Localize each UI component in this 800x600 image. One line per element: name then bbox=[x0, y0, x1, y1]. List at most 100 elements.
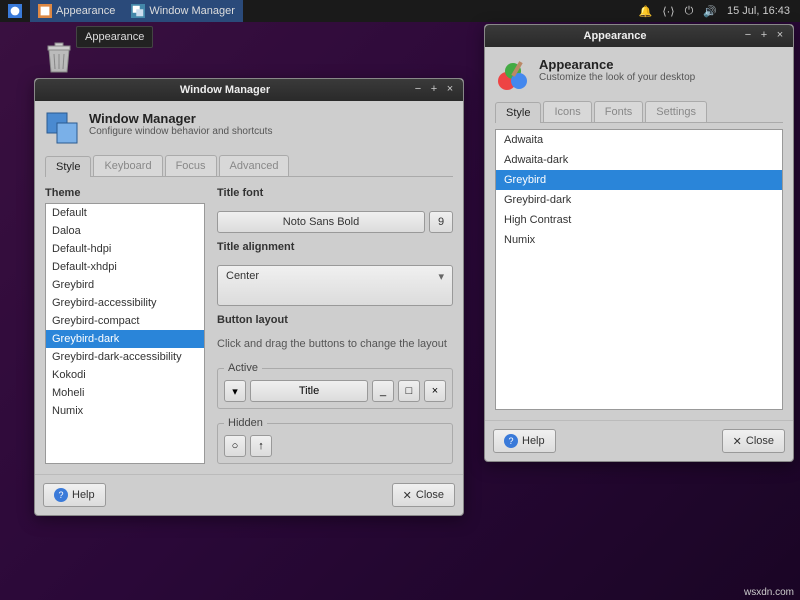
ap-tabs: Style Icons Fonts Settings bbox=[495, 101, 783, 123]
network-icon[interactable]: ⟨·⟩ bbox=[662, 5, 674, 18]
active-legend: Active bbox=[224, 362, 262, 374]
shade-layout-icon[interactable]: ○ bbox=[224, 435, 246, 457]
ap-footer: ?Help ✕ Close bbox=[485, 420, 793, 461]
list-item[interactable]: Numix bbox=[496, 230, 782, 250]
list-item[interactable]: High Contrast bbox=[496, 210, 782, 230]
wm-tabs: Style Keyboard Focus Advanced bbox=[45, 155, 453, 177]
taskbar-label: Appearance bbox=[56, 5, 115, 17]
close-button[interactable]: × bbox=[773, 29, 787, 43]
list-item[interactable]: Moheli bbox=[46, 384, 204, 402]
minimize-button[interactable]: − bbox=[411, 83, 425, 97]
wm-header-text: Window Manager Configure window behavior… bbox=[89, 111, 272, 137]
list-item[interactable]: Greybird-dark-accessibility bbox=[46, 348, 204, 366]
tab-fonts[interactable]: Fonts bbox=[594, 101, 644, 122]
tab-icons[interactable]: Icons bbox=[543, 101, 591, 122]
tooltip: Appearance bbox=[76, 26, 153, 48]
help-button[interactable]: ?Help bbox=[43, 483, 106, 507]
ap-body: Appearance Customize the look of your de… bbox=[485, 47, 793, 420]
list-item[interactable]: Default-hdpi bbox=[46, 240, 204, 258]
title-font-button[interactable]: Noto Sans Bold bbox=[217, 211, 425, 233]
active-fieldset: Active ▾ Title _ □ × bbox=[217, 362, 453, 409]
appearance-window: Appearance − + × Appearance Customize th… bbox=[484, 24, 794, 462]
maximize-layout-icon[interactable]: □ bbox=[398, 380, 420, 402]
close-button[interactable]: ✕ Close bbox=[722, 429, 785, 453]
close-button[interactable]: × bbox=[443, 83, 457, 97]
appearance-icon bbox=[495, 57, 531, 93]
ap-subheading: Customize the look of your desktop bbox=[539, 72, 695, 83]
minimize-layout-icon[interactable]: _ bbox=[372, 380, 394, 402]
maximize-button[interactable]: + bbox=[427, 83, 441, 97]
close-button[interactable]: ✕ Close bbox=[392, 483, 455, 507]
title-font-row: Noto Sans Bold 9 bbox=[217, 211, 453, 233]
list-item[interactable]: Greybird bbox=[46, 276, 204, 294]
list-item[interactable]: Default-xhdpi bbox=[46, 258, 204, 276]
maximize-button[interactable]: + bbox=[757, 29, 771, 43]
help-button[interactable]: ?Help bbox=[493, 429, 556, 453]
menu-layout-icon[interactable]: ▾ bbox=[224, 380, 246, 402]
list-item[interactable]: Greybird-dark bbox=[46, 330, 204, 348]
window-manager-window: Window Manager − + × Window Manager Conf… bbox=[34, 78, 464, 516]
wm-header: Window Manager Configure window behavior… bbox=[45, 111, 453, 147]
taskbar-label: Window Manager bbox=[149, 5, 235, 17]
tab-style[interactable]: Style bbox=[495, 102, 541, 123]
button-layout-label: Button layout bbox=[217, 314, 453, 326]
tab-advanced[interactable]: Advanced bbox=[219, 155, 290, 176]
top-panel: Appearance Window Manager 🔔 ⟨·⟩ ⏻ 🔊 15 J… bbox=[0, 0, 800, 22]
tab-settings[interactable]: Settings bbox=[645, 101, 707, 122]
active-layout: ▾ Title _ □ × bbox=[224, 380, 446, 402]
wm-heading: Window Manager bbox=[89, 111, 272, 126]
notification-icon[interactable]: 🔔 bbox=[639, 5, 653, 18]
title-font-label: Title font bbox=[217, 187, 453, 199]
wm-right-col: Title font Noto Sans Bold 9 Title alignm… bbox=[217, 187, 453, 464]
hidden-fieldset: Hidden ○ ↑ bbox=[217, 417, 453, 464]
title-align-label: Title alignment bbox=[217, 241, 453, 253]
panel-left: Appearance Window Manager bbox=[0, 0, 243, 22]
power-icon[interactable]: ⏻ bbox=[685, 5, 694, 18]
clock[interactable]: 15 Jul, 16:43 bbox=[727, 5, 790, 17]
taskbar-item-window-manager[interactable]: Window Manager bbox=[123, 0, 243, 22]
appearance-task-icon bbox=[38, 4, 52, 18]
layout-title[interactable]: Title bbox=[250, 380, 368, 402]
list-item[interactable]: Greybird-dark bbox=[496, 190, 782, 210]
list-item[interactable]: Daloa bbox=[46, 222, 204, 240]
wm-titlebar[interactable]: Window Manager − + × bbox=[35, 79, 463, 101]
wm-title: Window Manager bbox=[41, 84, 409, 96]
list-item[interactable]: Greybird-compact bbox=[46, 312, 204, 330]
tab-keyboard[interactable]: Keyboard bbox=[93, 155, 162, 176]
ap-titlebar[interactable]: Appearance − + × bbox=[485, 25, 793, 47]
list-item[interactable]: Kokodi bbox=[46, 366, 204, 384]
volume-icon[interactable]: 🔊 bbox=[703, 5, 717, 18]
tab-focus[interactable]: Focus bbox=[165, 155, 217, 176]
xfce-menu-icon bbox=[8, 4, 22, 18]
hidden-legend: Hidden bbox=[224, 417, 267, 429]
menu-button[interactable] bbox=[0, 0, 30, 22]
list-item[interactable]: Greybird bbox=[496, 170, 782, 190]
trash-icon[interactable] bbox=[44, 42, 74, 74]
list-item[interactable]: Adwaita-dark bbox=[496, 150, 782, 170]
title-font-size[interactable]: 9 bbox=[429, 211, 453, 233]
ap-header-text: Appearance Customize the look of your de… bbox=[539, 57, 695, 83]
list-item[interactable]: Greybird-accessibility bbox=[46, 294, 204, 312]
style-listbox[interactable]: Adwaita Adwaita-dark Greybird Greybird-d… bbox=[495, 129, 783, 410]
taskbar-item-appearance[interactable]: Appearance bbox=[30, 0, 123, 22]
wm-header-icon bbox=[45, 111, 81, 147]
wm-theme-col: Theme Default Daloa Default-hdpi Default… bbox=[45, 187, 205, 464]
tab-style[interactable]: Style bbox=[45, 156, 91, 177]
theme-listbox[interactable]: Default Daloa Default-hdpi Default-xhdpi… bbox=[45, 203, 205, 464]
minimize-button[interactable]: − bbox=[741, 29, 755, 43]
list-item[interactable]: Adwaita bbox=[496, 130, 782, 150]
title-align-combo[interactable]: Center bbox=[217, 265, 453, 306]
help-icon: ? bbox=[54, 488, 68, 502]
wm-footer: ?Help ✕ Close bbox=[35, 474, 463, 515]
ap-heading: Appearance bbox=[539, 57, 695, 72]
list-item[interactable]: Default bbox=[46, 204, 204, 222]
wm-body: Window Manager Configure window behavior… bbox=[35, 101, 463, 474]
stick-layout-icon[interactable]: ↑ bbox=[250, 435, 272, 457]
ap-header: Appearance Customize the look of your de… bbox=[495, 57, 783, 93]
help-icon: ? bbox=[504, 434, 518, 448]
close-layout-icon[interactable]: × bbox=[424, 380, 446, 402]
wm-task-icon bbox=[131, 4, 145, 18]
hidden-layout: ○ ↑ bbox=[224, 435, 446, 457]
list-item[interactable]: Numix bbox=[46, 402, 204, 420]
wm-subheading: Configure window behavior and shortcuts bbox=[89, 126, 272, 137]
